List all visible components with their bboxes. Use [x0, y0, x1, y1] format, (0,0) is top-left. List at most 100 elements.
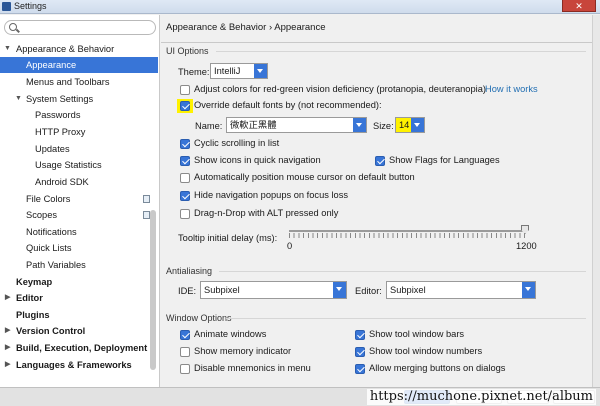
animate-windows-checkbox[interactable] — [180, 330, 190, 340]
show-icons-label: Show icons in quick navigation — [194, 155, 321, 165]
disable-mnemonics-label: Disable mnemonics in menu — [194, 363, 311, 373]
sidebar-item-file-colors[interactable]: File Colors — [0, 191, 158, 207]
animate-windows-label: Animate windows — [194, 329, 267, 339]
sidebar-item-appearance-behavior[interactable]: ▼ Appearance & Behavior — [0, 41, 158, 57]
hide-nav-popups-label: Hide navigation popups on focus loss — [194, 190, 349, 200]
sidebar-item-label: Languages & Frameworks — [16, 360, 132, 370]
cyclic-scrolling-label: Cyclic scrolling in list — [194, 138, 280, 148]
editor-antialiasing-label: Editor: — [355, 286, 382, 296]
show-tool-numbers-label: Show tool window numbers — [369, 346, 483, 356]
disable-mnemonics-checkbox[interactable] — [180, 364, 190, 374]
show-icons-checkbox[interactable] — [180, 156, 190, 166]
sidebar-item-label: Version Control — [16, 326, 86, 336]
how-it-works-link[interactable]: How it works — [485, 84, 538, 94]
ide-antialiasing-value: Subpixel — [204, 285, 240, 295]
sidebar-item-label: Menus and Toolbars — [26, 77, 110, 87]
sidebar-item-label: Keymap — [16, 277, 53, 287]
sidebar-item-label: HTTP Proxy — [35, 127, 86, 137]
sidebar-item-label: Quick Lists — [26, 243, 72, 253]
sidebar-item-plugins[interactable]: Plugins — [0, 307, 158, 323]
project-page-icon — [143, 195, 150, 203]
auto-position-checkbox[interactable] — [180, 173, 190, 183]
sidebar-item-label: File Colors — [26, 194, 71, 204]
chevron-down-icon: ▼ — [4, 45, 11, 52]
sidebar-item-label: Appearance — [26, 60, 77, 70]
sidebar-item-label: Build, Execution, Deployment — [16, 343, 148, 353]
header-divider — [161, 42, 600, 43]
tooltip-delay-label: Tooltip initial delay (ms): — [178, 233, 278, 243]
project-page-icon — [143, 211, 150, 219]
sidebar-item-editor[interactable]: ▶ Editor — [0, 290, 158, 306]
editor-antialiasing-value: Subpixel — [390, 285, 426, 295]
chevron-right-icon: ▶ — [5, 361, 11, 368]
sidebar-item-updates[interactable]: Updates — [0, 141, 158, 157]
allow-merging-checkbox[interactable] — [355, 364, 365, 374]
auto-position-label: Automatically position mouse cursor on d… — [194, 172, 415, 182]
main-scrollbar[interactable] — [592, 15, 600, 387]
sidebar-item-passwords[interactable]: Passwords — [0, 107, 158, 123]
sidebar-item-label: Appearance & Behavior — [16, 44, 115, 54]
sidebar-item-keymap[interactable]: Keymap — [0, 274, 158, 290]
sidebar-item-http-proxy[interactable]: HTTP Proxy — [0, 124, 158, 140]
sidebar-item-label: Passwords — [35, 110, 81, 120]
chevron-down-icon: ▼ — [15, 95, 22, 102]
sidebar-item-label: Plugins — [16, 310, 50, 320]
ide-antialiasing-select[interactable]: Subpixel — [200, 281, 347, 299]
tooltip-delay-max: 1200 — [516, 241, 537, 251]
font-size-label: Size: — [373, 121, 394, 131]
allow-merging-label: Allow merging buttons on dialogs — [369, 363, 506, 373]
sidebar-item-version-control[interactable]: ▶ Version Control — [0, 323, 158, 339]
sidebar-item-notifications[interactable]: Notifications — [0, 224, 158, 240]
sidebar-item-android-sdk[interactable]: Android SDK — [0, 174, 158, 190]
ide-antialiasing-label: IDE: — [178, 286, 197, 296]
override-fonts-checkbox[interactable] — [180, 101, 190, 111]
show-tool-bars-label: Show tool window bars — [369, 329, 465, 339]
chevron-down-icon — [254, 64, 267, 78]
sidebar-item-quick-lists[interactable]: Quick Lists — [0, 240, 158, 256]
search-input[interactable] — [21, 22, 151, 33]
sidebar-item-scopes[interactable]: Scopes — [0, 207, 158, 223]
sidebar-item-label: Scopes — [26, 210, 58, 220]
adjust-colors-checkbox[interactable] — [180, 85, 190, 95]
sidebar-item-usage-statistics[interactable]: Usage Statistics — [0, 157, 158, 173]
cyclic-scrolling-checkbox[interactable] — [180, 139, 190, 149]
breadcrumb: Appearance & Behavior › Appearance — [166, 22, 326, 33]
sidebar-item-build-execution-deployment[interactable]: ▶ Build, Execution, Deployment — [0, 340, 158, 356]
chevron-down-icon — [353, 118, 366, 132]
app-icon — [2, 2, 11, 11]
show-memory-label: Show memory indicator — [194, 346, 292, 356]
show-flags-checkbox[interactable] — [375, 156, 385, 166]
sidebar-item-languages-frameworks[interactable]: ▶ Languages & Frameworks — [0, 357, 158, 373]
show-tool-numbers-checkbox[interactable] — [355, 347, 365, 357]
sidebar-item-label: Editor — [16, 293, 43, 303]
theme-label: Theme: — [178, 67, 210, 77]
sidebar-item-label: Path Variables — [26, 260, 86, 270]
show-flags-label: Show Flags for Languages — [389, 155, 500, 165]
font-size-select[interactable]: 14 — [395, 117, 425, 133]
drag-alt-checkbox[interactable] — [180, 209, 190, 219]
font-name-label: Name: — [195, 121, 223, 131]
sidebar-item-label: Usage Statistics — [35, 160, 102, 170]
font-name-select[interactable]: 微軟正黑體 — [226, 117, 367, 133]
chevron-down-icon — [411, 118, 424, 132]
sidebar-item-menus-toolbars[interactable]: Menus and Toolbars — [0, 74, 158, 90]
chevron-right-icon: ▶ — [5, 344, 11, 351]
tooltip-delay-slider-track[interactable] — [289, 230, 525, 232]
hide-nav-popups-checkbox[interactable] — [180, 191, 190, 201]
font-name-value: 微軟正黑體 — [230, 120, 277, 130]
drag-alt-label: Drag-n-Drop with ALT pressed only — [194, 208, 339, 218]
sidebar-item-system-settings[interactable]: ▼ System Settings — [0, 91, 158, 107]
theme-select-value: IntelliJ — [214, 66, 241, 76]
sidebar-scrollbar[interactable] — [150, 210, 156, 370]
editor-antialiasing-select[interactable]: Subpixel — [386, 281, 536, 299]
sidebar-item-appearance[interactable]: Appearance — [0, 57, 158, 73]
adjust-colors-label: Adjust colors for red-green vision defic… — [194, 84, 486, 94]
search-box[interactable] — [4, 20, 156, 35]
show-memory-checkbox[interactable] — [180, 347, 190, 357]
close-button[interactable]: ✕ — [562, 0, 596, 12]
sidebar-item-label: System Settings — [26, 94, 94, 104]
show-tool-bars-checkbox[interactable] — [355, 330, 365, 340]
settings-sidebar: ▼ Appearance & Behavior Appearance Menus… — [0, 15, 160, 387]
theme-select[interactable]: IntelliJ — [210, 63, 268, 79]
sidebar-item-path-variables[interactable]: Path Variables — [0, 257, 158, 273]
